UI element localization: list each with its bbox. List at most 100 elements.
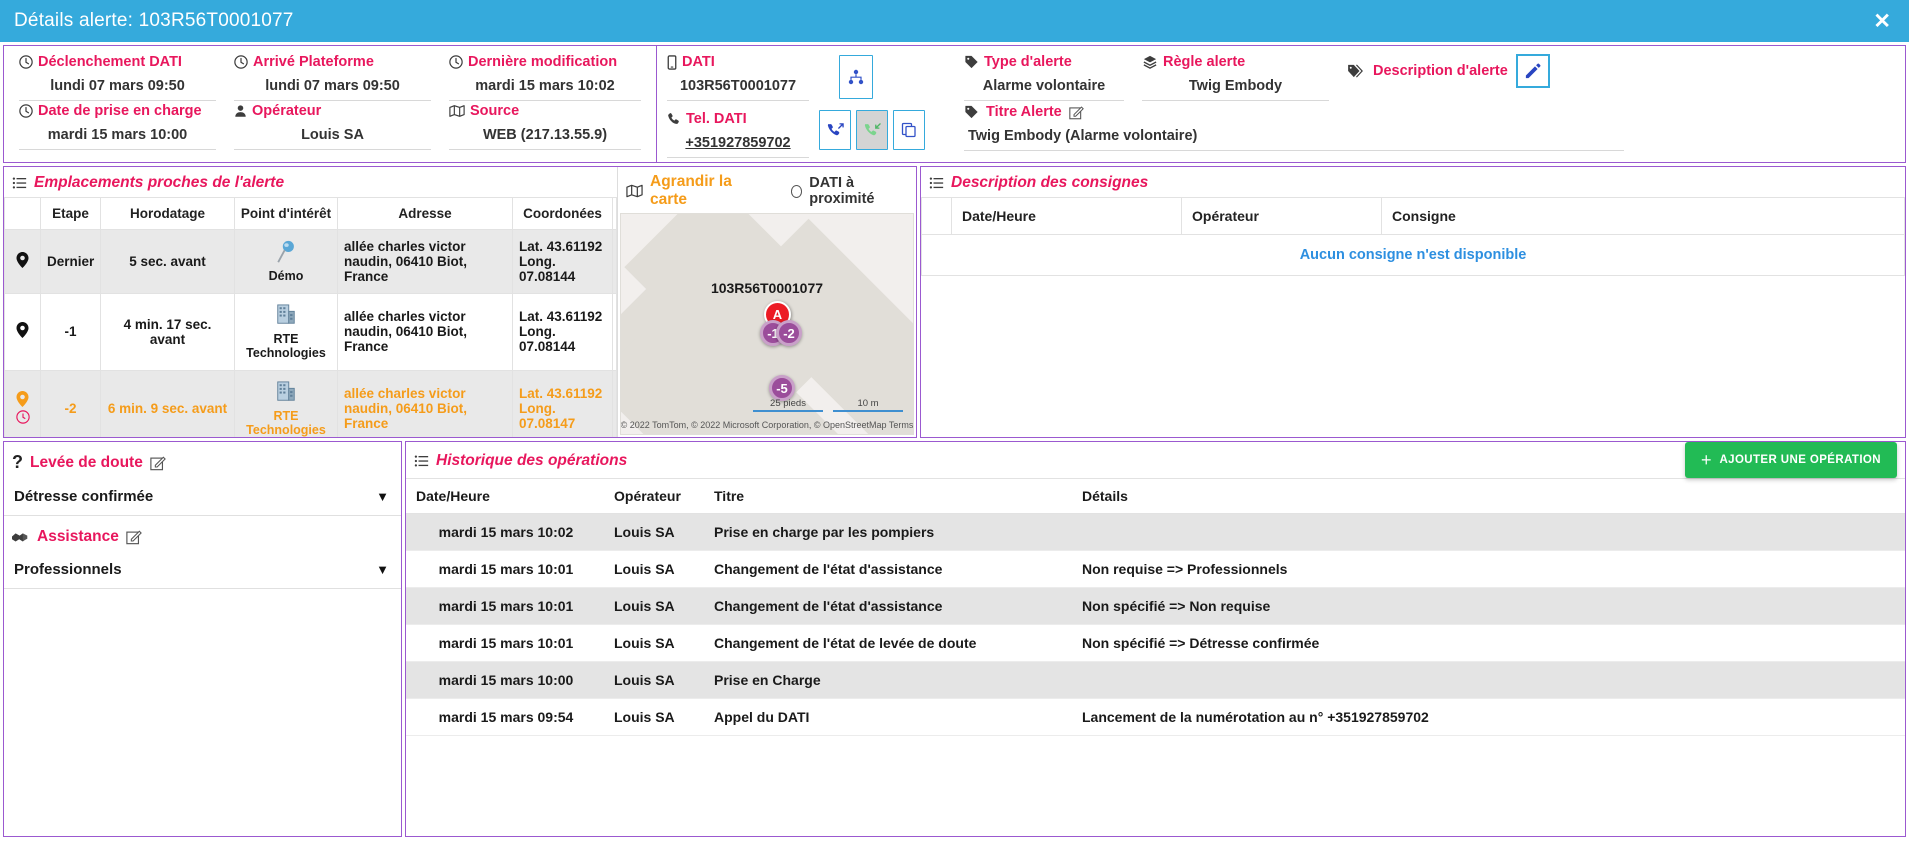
map-attribution: © 2022 TomTom, © 2022 Microsoft Corporat… bbox=[620, 420, 914, 430]
table-row[interactable]: -2 6 min. 9 sec. avant RTE Technologies … bbox=[4, 369, 617, 437]
doubt-section-title: Levée de doute bbox=[30, 453, 143, 471]
row-lat: Lat. 43.61192 bbox=[519, 239, 603, 254]
doubt-section-header: ? Levée de doute bbox=[4, 442, 401, 478]
locations-table-wrap: Emplacements proches de l'alerte Etape H… bbox=[4, 167, 617, 437]
row-horodatage: 6 min. 9 sec. avant bbox=[100, 369, 235, 437]
dati-proximity-toggle[interactable]: DATI à proximité bbox=[790, 175, 908, 207]
row-adresse: allée charles victor naudin, 06410 Biot,… bbox=[337, 293, 513, 371]
row-details: Non requise => Professionnels bbox=[1074, 550, 1905, 588]
col-details: Détails bbox=[1074, 478, 1905, 514]
titre-alerte-value: Twig Embody (Alarme volontaire) bbox=[964, 122, 1624, 151]
phone-buttons-row bbox=[819, 110, 925, 150]
field-value: WEB (217.13.55.9) bbox=[449, 121, 641, 150]
field-label: Déclenchement DATI bbox=[38, 54, 182, 70]
row-details bbox=[1074, 513, 1905, 551]
clock-icon bbox=[234, 55, 248, 69]
field-operateur: Opérateur Louis SA bbox=[225, 103, 440, 150]
field-label: DATI bbox=[682, 54, 715, 70]
assistance-section-header: Assistance bbox=[4, 516, 401, 551]
locations-area: Emplacements proches de l'alerte Etape H… bbox=[4, 167, 916, 437]
close-icon[interactable]: ✕ bbox=[1873, 11, 1891, 32]
description-alerte-value bbox=[1347, 90, 1890, 102]
table-row[interactable]: -1 4 min. 17 sec. avant RTE Technologies… bbox=[4, 293, 617, 371]
field-value: lundi 07 mars 09:50 bbox=[234, 72, 431, 101]
edit-titre-alerte-button[interactable] bbox=[1069, 105, 1084, 120]
map-canvas[interactable]: 103R56T0001077 A -1 -2 -5 25 pieds 10 m … bbox=[620, 213, 914, 435]
table-row[interactable]: mardi 15 mars 10:01 Louis SA Changement … bbox=[406, 550, 1905, 588]
call-in-button[interactable] bbox=[856, 110, 888, 150]
map-marker-icon bbox=[16, 252, 29, 268]
row-pin-cell bbox=[4, 369, 41, 437]
clock-icon bbox=[19, 55, 33, 69]
dati-actions-column bbox=[813, 54, 945, 162]
list-icon bbox=[929, 176, 944, 190]
row-adresse: allée charles victor naudin, 06410 Biot,… bbox=[337, 369, 513, 437]
copy-number-button[interactable] bbox=[893, 110, 925, 150]
assistance-dropdown[interactable]: Professionnels ▼ bbox=[4, 551, 401, 589]
hands-helping-icon bbox=[12, 530, 30, 544]
table-row[interactable]: mardi 15 mars 09:54 Louis SA Appel du DA… bbox=[406, 698, 1905, 736]
row-long: Long. 07.08144 bbox=[519, 254, 576, 284]
row-coordonnees: Lat. 43.61192 Long. 07.08144 bbox=[512, 293, 613, 371]
col-source: Source bbox=[612, 197, 617, 230]
field-label: Règle alerte bbox=[1163, 54, 1246, 70]
assistance-value: Professionnels bbox=[14, 561, 122, 578]
row-poi-label: RTE Technologies bbox=[246, 408, 326, 437]
row-details: Non spécifié => Détresse confirmée bbox=[1074, 624, 1905, 662]
assistance-section-title: Assistance bbox=[37, 528, 119, 545]
edit-doubt-button[interactable] bbox=[150, 455, 166, 471]
alert-details-window: Détails alerte: 103R56T0001077 ✕ Déclenc… bbox=[0, 0, 1909, 841]
phone-outgoing-icon bbox=[827, 122, 844, 135]
field-declenchement-dati: Déclenchement DATI lundi 07 mars 09:50 bbox=[10, 54, 225, 101]
dati-column: DATI 103R56T0001077 Tel. DATI +351927859… bbox=[663, 54, 813, 162]
table-row[interactable]: Dernier 5 sec. avant Démo allée charles … bbox=[4, 229, 617, 294]
table-header-row: Etape Horodatage Point d'intérêt Adresse… bbox=[4, 197, 617, 230]
row-titre: Changement de l'état d'assistance bbox=[706, 550, 1074, 588]
mobile-icon bbox=[667, 54, 677, 70]
row-horodatage: 4 min. 17 sec. avant bbox=[100, 293, 235, 371]
row-titre: Prise en charge par les pompiers bbox=[706, 513, 1074, 551]
scale-imperial: 25 pieds bbox=[753, 398, 823, 412]
locations-section-header: Emplacements proches de l'alerte bbox=[4, 167, 617, 197]
field-value: Louis SA bbox=[234, 121, 431, 150]
edit-assistance-button[interactable] bbox=[126, 529, 142, 545]
row-source: GPS bbox=[612, 369, 617, 437]
field-arrive-plateforme: Arrivé Plateforme lundi 07 mars 09:50 bbox=[225, 54, 440, 101]
header-row-1: Déclenchement DATI lundi 07 mars 09:50 A… bbox=[10, 54, 650, 101]
col-date-heure: Date/Heure bbox=[951, 197, 1182, 235]
row-titre: Appel du DATI bbox=[706, 698, 1074, 736]
add-operation-button[interactable]: ＋ AJOUTER UNE OPÉRATION bbox=[1684, 442, 1897, 478]
doubt-dropdown[interactable]: Détresse confirmée ▼ bbox=[4, 478, 401, 516]
tel-dati-link[interactable]: +351927859702 bbox=[667, 129, 809, 158]
row-details: Lancement de la numérotation au n° +3519… bbox=[1074, 698, 1905, 736]
table-row: Aucun consigne n'est disponible bbox=[921, 234, 1905, 276]
pencil-edit-icon bbox=[150, 455, 166, 470]
row-etape: -2 bbox=[40, 369, 101, 437]
row-date: mardi 15 mars 10:01 bbox=[406, 587, 606, 625]
doubt-assistance-panel: ? Levée de doute Détresse confirmée ▼ As… bbox=[3, 441, 402, 837]
call-out-button[interactable] bbox=[819, 110, 851, 150]
map-marker-history[interactable]: -2 bbox=[776, 320, 802, 346]
col-poi: Point d'intérêt bbox=[234, 197, 338, 230]
tag-icon bbox=[964, 55, 979, 69]
list-icon bbox=[12, 176, 27, 190]
table-row[interactable]: mardi 15 mars 10:02 Louis SA Prise en ch… bbox=[406, 513, 1905, 551]
expand-map-button[interactable]: Agrandir la carte bbox=[626, 173, 755, 209]
row-poi: Démo bbox=[234, 229, 338, 294]
operations-panel: Historique des opérations ＋ AJOUTER UNE … bbox=[405, 441, 1906, 837]
pencil-icon bbox=[1526, 63, 1541, 78]
col-adresse: Adresse bbox=[337, 197, 513, 230]
table-row[interactable]: mardi 15 mars 10:00 Louis SA Prise en Ch… bbox=[406, 661, 1905, 699]
col-titre: Titre bbox=[706, 478, 1074, 514]
row-adresse: allée charles victor naudin, 06410 Biot,… bbox=[337, 229, 513, 294]
building-icon bbox=[241, 380, 331, 407]
row-poi-label: RTE Technologies bbox=[246, 332, 326, 361]
plus-icon: ＋ bbox=[1700, 455, 1713, 467]
table-row[interactable]: mardi 15 mars 10:01 Louis SA Changement … bbox=[406, 587, 1905, 625]
edit-description-button[interactable] bbox=[1515, 54, 1550, 88]
table-row[interactable]: mardi 15 mars 10:01 Louis SA Changement … bbox=[406, 624, 1905, 662]
row-operateur: Louis SA bbox=[606, 661, 706, 699]
dati-sitemap-button[interactable] bbox=[839, 55, 873, 99]
consignes-table: Date/Heure Opérateur Consigne Aucun cons… bbox=[921, 197, 1905, 276]
window-titlebar: Détails alerte: 103R56T0001077 ✕ bbox=[0, 0, 1909, 42]
